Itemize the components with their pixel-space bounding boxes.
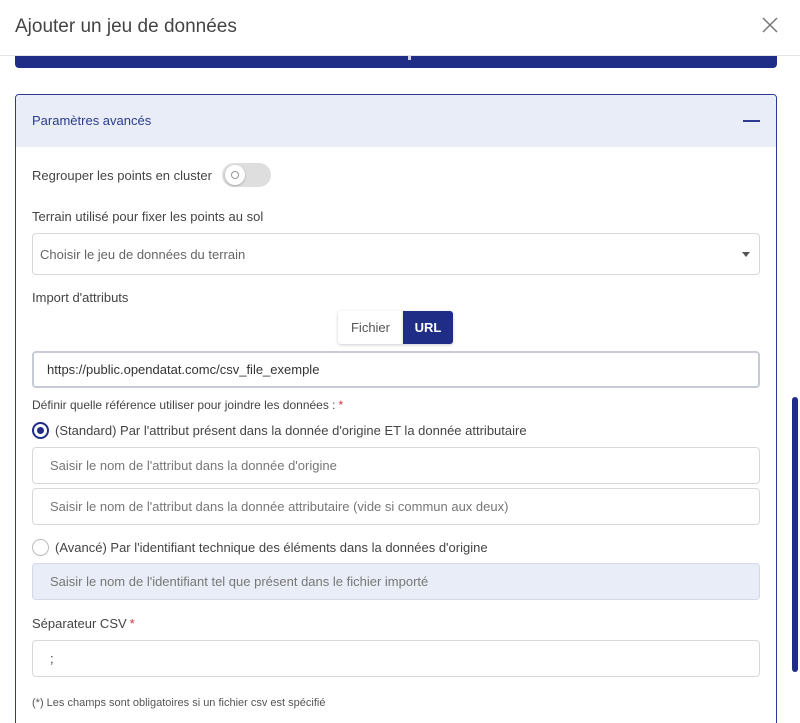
import-option-url[interactable]: URL [403,311,453,344]
csv-separator-label-text: Séparateur CSV [32,616,127,631]
toggle-knob [225,165,245,185]
cluster-label: Regrouper les points en cluster [32,168,212,183]
scrollbar[interactable] [792,397,798,672]
collapse-icon[interactable] [743,120,760,122]
button-label-fragment [408,56,411,60]
modal-header: Ajouter un jeu de données [0,0,800,56]
url-input[interactable] [32,351,760,388]
terrain-select-value: Choisir le jeu de données du terrain [40,247,246,262]
close-icon[interactable] [758,13,782,37]
join-label-text: Définir quelle référence utiliser pour j… [32,398,336,412]
csv-separator-input[interactable] [32,640,760,677]
csv-separator-label: Séparateur CSV * [32,616,135,631]
join-standard-label: (Standard) Par l'attribut présent dans l… [55,423,527,438]
cluster-toggle[interactable] [222,163,271,187]
technical-id-input [32,563,760,600]
required-mark: * [129,616,135,631]
chevron-down-icon [742,252,750,257]
join-advanced-radio[interactable] [32,539,49,556]
origin-attribute-input[interactable] [32,447,760,484]
import-option-fichier[interactable]: Fichier [338,311,403,344]
required-mark: * [338,398,344,412]
terrain-select[interactable]: Choisir le jeu de données du terrain [32,233,760,275]
join-standard-radio[interactable] [32,422,49,439]
advanced-settings-header[interactable]: Paramètres avancés [16,95,776,147]
attribute-data-input[interactable] [32,488,760,525]
join-label: Définir quelle référence utiliser pour j… [32,398,343,412]
terrain-label: Terrain utilisé pour fixer les points au… [32,209,264,224]
advanced-settings-title: Paramètres avancés [32,113,152,128]
modal-title: Ajouter un jeu de données [15,16,237,37]
join-advanced-label: (Avancé) Par l'identifiant technique des… [55,540,488,555]
primary-action-button-partial[interactable] [15,56,777,68]
import-label: Import d'attributs [32,290,129,305]
required-footnote: (*) Les champs sont obligatoires si un f… [32,697,326,709]
